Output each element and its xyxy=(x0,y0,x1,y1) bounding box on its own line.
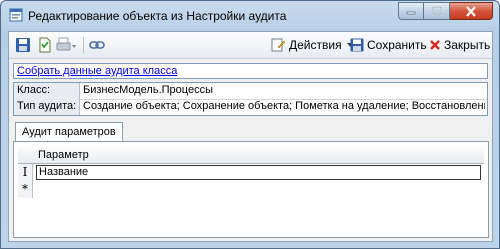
print-icon[interactable] xyxy=(56,37,78,53)
close-button[interactable]: Закрыть xyxy=(429,35,490,55)
save-label: Сохранить xyxy=(367,38,427,52)
tab-parameter-audit[interactable]: Аудит параметров xyxy=(15,122,123,142)
app-window: Редактирование объекта из Настройки ауди… xyxy=(0,0,500,249)
document-icon[interactable] xyxy=(37,37,53,53)
parameters-grid: Параметр I Название * xyxy=(18,147,484,211)
audit-type-label: Тип аудита: xyxy=(14,99,80,115)
new-row-marker: * xyxy=(18,181,33,198)
title-bar[interactable]: Редактирование объекта из Настройки ауди… xyxy=(1,1,499,31)
toolbar: Действия Сохранить Закрыть xyxy=(9,32,492,59)
close-icon xyxy=(466,5,476,17)
column-header-parameter[interactable]: Параметр xyxy=(38,147,89,163)
collect-audit-data-link[interactable]: Собрать данные аудита класса xyxy=(17,65,177,77)
close-label: Закрыть xyxy=(444,38,491,52)
actions-label: Действия xyxy=(289,38,342,52)
save-disk-icon[interactable] xyxy=(15,37,31,53)
edit-form-icon xyxy=(9,8,23,22)
tab-strip: Аудит параметров xyxy=(13,122,489,142)
minimize-icon xyxy=(406,11,416,15)
save-icon xyxy=(350,38,364,52)
close-x-icon xyxy=(430,40,440,50)
link-bar: Собрать данные аудита класса xyxy=(13,63,488,79)
tab-panel: Параметр I Название * xyxy=(13,141,489,238)
toolbar-separator xyxy=(83,37,84,53)
property-row-audit-type: Тип аудита: Создание объекта; Сохранение… xyxy=(14,99,487,115)
minimize-button[interactable] xyxy=(398,2,424,20)
form-client-area: Действия Сохранить Закрыть Собрать данны… xyxy=(8,31,493,242)
maximize-icon xyxy=(431,6,442,16)
window-controls xyxy=(398,2,493,21)
table-row[interactable]: I Название xyxy=(18,164,484,181)
class-label: Класс: xyxy=(14,83,80,99)
parameter-cell[interactable]: Название xyxy=(36,165,481,180)
row-edit-marker: I xyxy=(18,164,33,181)
close-window-button[interactable] xyxy=(450,2,493,20)
class-value[interactable]: БизнесМодель.Процессы xyxy=(83,83,485,99)
grid-header: Параметр xyxy=(18,147,484,164)
actions-icon xyxy=(271,38,286,52)
save-button[interactable]: Сохранить xyxy=(350,35,427,55)
actions-menu-button[interactable]: Действия xyxy=(270,35,358,55)
maximize-button[interactable] xyxy=(424,2,450,20)
link-icon[interactable] xyxy=(89,37,105,53)
audit-type-value[interactable]: Создание объекта; Сохранение объекта; По… xyxy=(83,99,485,115)
window-title: Редактирование объекта из Настройки ауди… xyxy=(28,9,287,23)
property-row-class: Класс: БизнесМодель.Процессы xyxy=(14,83,487,100)
properties-panel: Класс: БизнесМодель.Процессы Тип аудита:… xyxy=(13,82,488,116)
new-row[interactable]: * xyxy=(18,181,484,198)
